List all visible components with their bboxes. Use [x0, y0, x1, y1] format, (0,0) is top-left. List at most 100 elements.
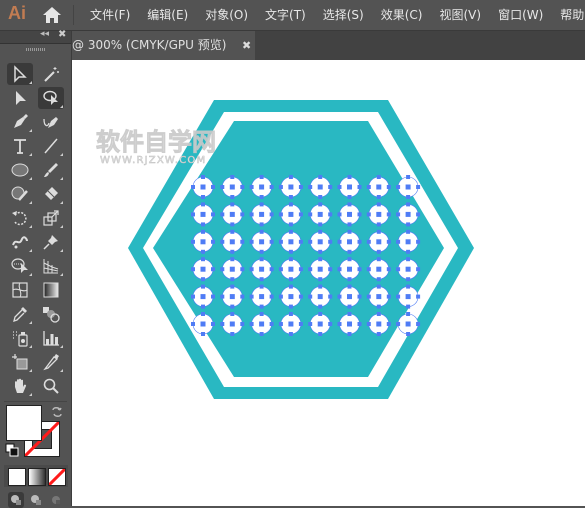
anchor-point-handle[interactable]	[230, 222, 235, 227]
anchor-point-handle[interactable]	[357, 322, 362, 326]
anchor-point-handle[interactable]	[249, 322, 254, 326]
anchor-point-handle[interactable]	[386, 267, 391, 272]
type-tool[interactable]	[7, 135, 33, 157]
center-point-handle[interactable]	[317, 211, 323, 217]
anchor-point-handle[interactable]	[191, 267, 195, 272]
anchor-point-handle[interactable]	[220, 239, 225, 244]
shape-builder-tool[interactable]	[7, 255, 33, 277]
anchor-point-handle[interactable]	[308, 185, 313, 189]
anchor-point-handle[interactable]	[318, 195, 323, 199]
anchor-point-handle[interactable]	[347, 249, 352, 254]
magic-wand-tool[interactable]	[38, 63, 64, 85]
swap-fill-stroke-icon[interactable]	[50, 405, 64, 419]
anchor-point-handle[interactable]	[278, 239, 283, 244]
anchor-point-handle[interactable]	[278, 212, 283, 217]
center-point-handle[interactable]	[317, 266, 323, 272]
center-point-handle[interactable]	[259, 211, 265, 217]
anchor-point-handle[interactable]	[269, 267, 274, 272]
anchor-point-handle[interactable]	[201, 249, 205, 254]
close-panel-icon[interactable]: ✖	[58, 29, 66, 40]
anchor-point-handle[interactable]	[308, 322, 313, 326]
anchor-point-handle[interactable]	[288, 284, 293, 289]
anchor-point-handle[interactable]	[308, 267, 313, 272]
anchor-point-handle[interactable]	[201, 202, 205, 207]
anchor-point-handle[interactable]	[288, 229, 293, 234]
center-point-handle[interactable]	[347, 239, 352, 245]
anchor-point-handle[interactable]	[191, 294, 195, 299]
anchor-point-handle[interactable]	[347, 257, 352, 262]
center-point-handle[interactable]	[288, 321, 294, 327]
anchor-point-handle[interactable]	[406, 229, 411, 234]
center-point-handle[interactable]	[200, 239, 206, 245]
menu-help[interactable]: 帮助(H)	[560, 0, 585, 30]
anchor-point-handle[interactable]	[347, 222, 352, 227]
anchor-point-handle[interactable]	[249, 212, 254, 217]
eraser-tool[interactable]	[38, 183, 64, 205]
anchor-point-handle[interactable]	[288, 332, 293, 336]
center-point-handle[interactable]	[200, 184, 206, 190]
anchor-point-handle[interactable]	[366, 294, 371, 299]
menu-object[interactable]: 对象(O)	[205, 0, 254, 30]
anchor-point-handle[interactable]	[406, 312, 411, 316]
ellipse-tool[interactable]	[7, 159, 33, 181]
anchor-point-handle[interactable]	[406, 175, 411, 179]
anchor-point-handle[interactable]	[347, 229, 352, 234]
center-point-handle[interactable]	[200, 294, 206, 300]
anchor-point-handle[interactable]	[288, 222, 293, 227]
column-graph-tool[interactable]	[38, 327, 64, 349]
anchor-point-handle[interactable]	[366, 322, 371, 326]
anchor-point-handle[interactable]	[240, 294, 245, 299]
paintbrush-tool[interactable]	[38, 159, 64, 181]
anchor-point-handle[interactable]	[376, 304, 381, 309]
anchor-point-handle[interactable]	[259, 304, 264, 309]
anchor-point-handle[interactable]	[259, 175, 264, 179]
center-point-handle[interactable]	[347, 294, 352, 300]
anchor-point-handle[interactable]	[308, 212, 313, 217]
anchor-point-handle[interactable]	[318, 222, 323, 227]
menu-file[interactable]: 文件(F)	[90, 0, 136, 30]
anchor-point-handle[interactable]	[298, 185, 303, 189]
anchor-point-handle[interactable]	[259, 312, 264, 316]
anchor-point-handle[interactable]	[406, 222, 411, 227]
anchor-point-handle[interactable]	[376, 175, 381, 179]
center-point-handle[interactable]	[405, 266, 411, 272]
selection-tool[interactable]	[7, 63, 33, 85]
anchor-point-handle[interactable]	[259, 195, 264, 199]
anchor-point-handle[interactable]	[347, 332, 352, 336]
direct-selection-tool[interactable]	[7, 87, 33, 109]
anchor-point-handle[interactable]	[298, 294, 303, 299]
anchor-point-handle[interactable]	[366, 185, 371, 189]
center-point-handle[interactable]	[288, 266, 294, 272]
center-point-handle[interactable]	[229, 321, 235, 327]
anchor-point-handle[interactable]	[318, 277, 323, 282]
center-point-handle[interactable]	[317, 294, 323, 300]
document-tab[interactable]: @ 300% (CMYK/GPU 预览) ✖	[70, 31, 255, 60]
anchor-point-handle[interactable]	[347, 304, 352, 309]
anchor-point-handle[interactable]	[201, 175, 205, 179]
anchor-point-handle[interactable]	[288, 277, 293, 282]
anchor-point-handle[interactable]	[376, 284, 381, 289]
anchor-point-handle[interactable]	[211, 267, 215, 272]
anchor-point-handle[interactable]	[406, 284, 411, 289]
collapse-panel-icon[interactable]: ◂◂	[40, 29, 49, 39]
artboard-tool[interactable]	[7, 351, 33, 373]
anchor-point-handle[interactable]	[337, 185, 342, 189]
anchor-point-handle[interactable]	[347, 175, 352, 179]
menu-select[interactable]: 选择(S)	[323, 0, 370, 30]
anchor-point-handle[interactable]	[376, 312, 381, 316]
anchor-point-handle[interactable]	[396, 294, 401, 299]
close-tab-icon[interactable]: ✖	[242, 31, 251, 60]
center-point-handle[interactable]	[347, 184, 352, 190]
anchor-point-handle[interactable]	[240, 239, 245, 244]
lasso-tool[interactable]	[38, 87, 64, 109]
scale-tool[interactable]	[38, 207, 64, 229]
anchor-point-handle[interactable]	[386, 185, 391, 189]
anchor-point-handle[interactable]	[386, 294, 391, 299]
center-point-handle[interactable]	[405, 294, 411, 300]
anchor-point-handle[interactable]	[347, 312, 352, 316]
gradient-tool[interactable]	[38, 279, 64, 301]
anchor-point-handle[interactable]	[406, 304, 411, 309]
anchor-point-handle[interactable]	[259, 222, 264, 227]
anchor-point-handle[interactable]	[191, 239, 195, 244]
center-point-handle[interactable]	[405, 239, 411, 245]
